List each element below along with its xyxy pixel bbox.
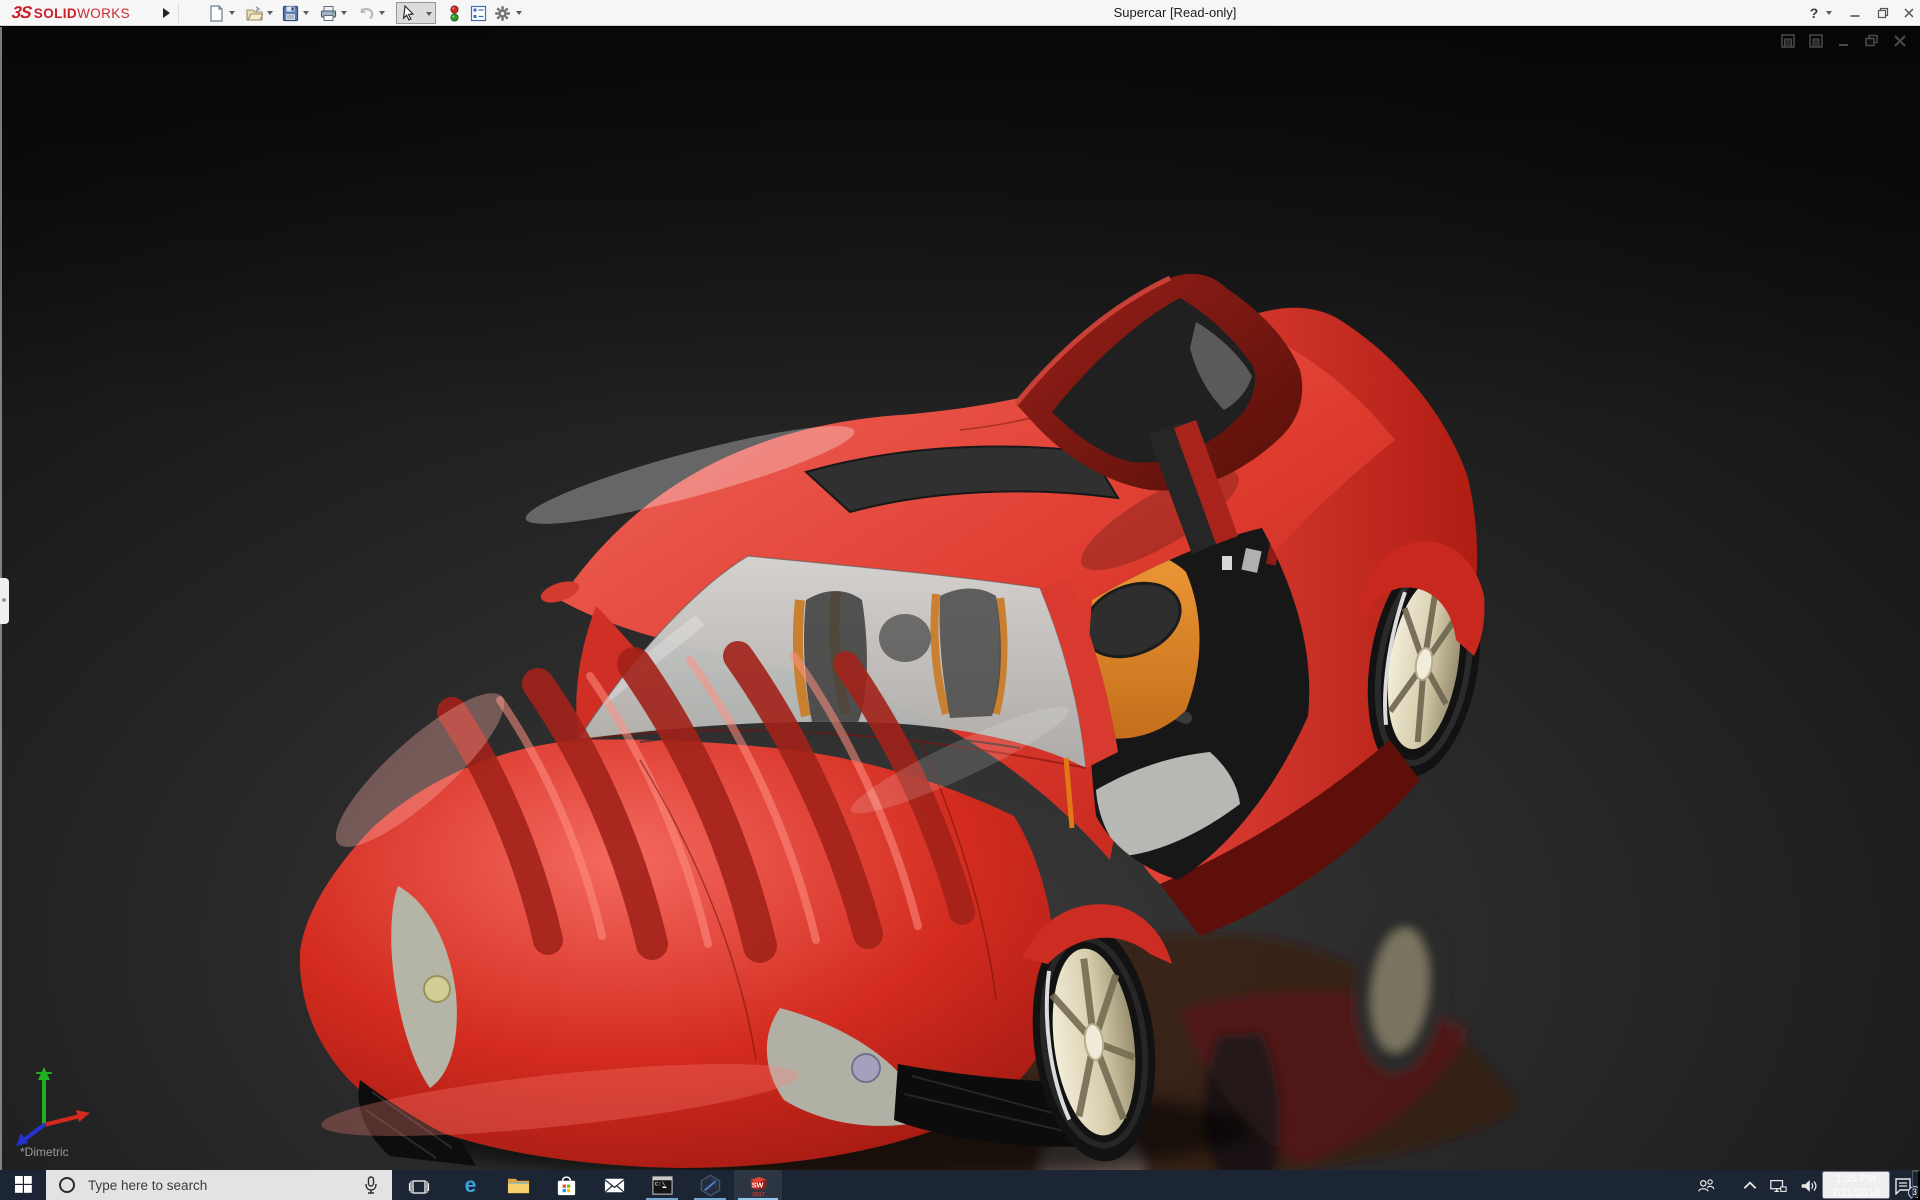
options-dropdown-caret[interactable] — [516, 11, 522, 15]
clock-time: 1:05 PM — [1835, 1173, 1877, 1185]
document-window-controls — [1780, 33, 1912, 49]
open-button[interactable] — [246, 4, 266, 22]
start-button[interactable] — [0, 1170, 46, 1200]
document-window-icon-2[interactable] — [1808, 33, 1828, 49]
close-icon — [1904, 7, 1914, 18]
minimize-button[interactable] — [1844, 0, 1866, 26]
select-tool-button[interactable] — [396, 2, 436, 24]
panel-expander-tab[interactable] — [0, 578, 9, 624]
orientation-triad — [16, 1067, 90, 1146]
taskbar-app-edge[interactable]: e — [446, 1170, 494, 1200]
help-button[interactable]: ? — [1806, 0, 1822, 26]
screen: 3S SOLIDWORKS Supercar [Read-only] ? *Di… — [0, 0, 1920, 1200]
microphone-icon[interactable] — [364, 1176, 378, 1194]
save-icon — [282, 5, 299, 21]
svg-text:SW: SW — [751, 1181, 763, 1189]
taskbar-app-mail[interactable] — [590, 1170, 638, 1200]
supercar-3d-model — [0, 27, 1920, 1170]
tray-overflow-chevron[interactable] — [1738, 1170, 1762, 1200]
menu-expand-arrow[interactable] — [160, 5, 174, 21]
windows-taskbar: Type here to search e C:\ SW 2017 1:05 P… — [0, 1170, 1920, 1200]
options-button[interactable] — [494, 4, 514, 22]
select-dropdown-caret[interactable] — [426, 12, 432, 16]
undo-icon — [360, 7, 374, 19]
command-prompt-icon: C:\ — [651, 1175, 673, 1195]
solidworks-wordmark: SOLIDWORKS — [33, 5, 131, 21]
new-document-button[interactable] — [208, 4, 228, 22]
undo-button[interactable] — [358, 4, 378, 22]
svg-text:e: e — [464, 1174, 476, 1197]
file-explorer-icon — [507, 1178, 529, 1193]
save-button[interactable] — [282, 4, 302, 22]
x-axis — [42, 1114, 82, 1127]
taskbar-app-store[interactable] — [542, 1170, 590, 1200]
task-view-button[interactable] — [396, 1170, 442, 1200]
document-title: Supercar [Read-only] — [1113, 5, 1237, 20]
network-icon[interactable] — [1764, 1170, 1792, 1200]
document-window-icon-1[interactable] — [1780, 33, 1800, 49]
graphics-viewport[interactable]: *Dimetric — [0, 27, 1920, 1170]
windows-logo-icon — [14, 1175, 32, 1193]
hexagon-app-icon — [700, 1174, 720, 1196]
print-icon — [320, 5, 337, 21]
store-icon — [557, 1175, 575, 1195]
document-minimize-button[interactable] — [1836, 33, 1856, 49]
open-dropdown-caret[interactable] — [267, 11, 273, 15]
save-dropdown-caret[interactable] — [303, 11, 309, 15]
new-document-icon — [210, 4, 223, 22]
mail-icon — [604, 1178, 624, 1193]
restore-button[interactable] — [1872, 0, 1894, 26]
toolbar-separator — [178, 3, 179, 23]
minimize-icon — [1850, 14, 1860, 17]
ds-logo-icon: 3S — [10, 3, 33, 22]
new-dropdown-caret[interactable] — [229, 11, 235, 15]
options-gear-icon — [495, 5, 510, 21]
z-axis — [22, 1123, 46, 1142]
taskbar-app-solidworks[interactable]: SW 2017 — [734, 1170, 782, 1200]
file-properties-icon — [470, 5, 487, 21]
app-title-bar: 3S SOLIDWORKS Supercar [Read-only] ? — [0, 0, 1920, 26]
edge-icon: e — [464, 1174, 476, 1197]
close-button[interactable] — [1898, 0, 1920, 26]
search-placeholder: Type here to search — [88, 1177, 208, 1193]
restore-icon — [1877, 7, 1889, 18]
solidworks-2017-icon: SW 2017 — [750, 1176, 766, 1198]
search-input[interactable]: Type here to search — [46, 1170, 392, 1200]
rebuild-button[interactable] — [446, 4, 466, 22]
taskbar-app-3d-hexagon[interactable] — [686, 1170, 734, 1200]
document-close-button[interactable] — [1892, 33, 1912, 49]
taskbar-app-file-explorer[interactable] — [494, 1170, 542, 1200]
print-dropdown-caret[interactable] — [341, 11, 347, 15]
view-orientation-label: *Dimetric — [20, 1145, 69, 1159]
document-restore-button[interactable] — [1864, 33, 1884, 49]
file-properties-button[interactable] — [470, 4, 490, 22]
show-desktop-button[interactable] — [1912, 1170, 1920, 1200]
rebuild-traffic-light-icon — [450, 5, 459, 21]
clock-date: 7/11/2018 — [1831, 1186, 1881, 1199]
svg-text:C:\: C:\ — [654, 1180, 665, 1187]
volume-icon[interactable] — [1794, 1170, 1822, 1200]
solidworks-logo: 3S SOLIDWORKS — [10, 3, 131, 23]
undo-dropdown-caret[interactable] — [379, 11, 385, 15]
taskbar-app-command-prompt[interactable]: C:\ — [638, 1170, 686, 1200]
cortana-icon — [59, 1177, 75, 1193]
people-button[interactable] — [1692, 1170, 1720, 1200]
help-dropdown-caret[interactable] — [1826, 11, 1832, 15]
print-button[interactable] — [320, 4, 340, 22]
open-icon — [246, 5, 263, 21]
select-cursor-icon — [402, 5, 415, 21]
taskbar-clock[interactable]: 1:05 PM 7/11/2018 — [1822, 1171, 1890, 1199]
svg-text:2017: 2017 — [752, 1192, 765, 1197]
